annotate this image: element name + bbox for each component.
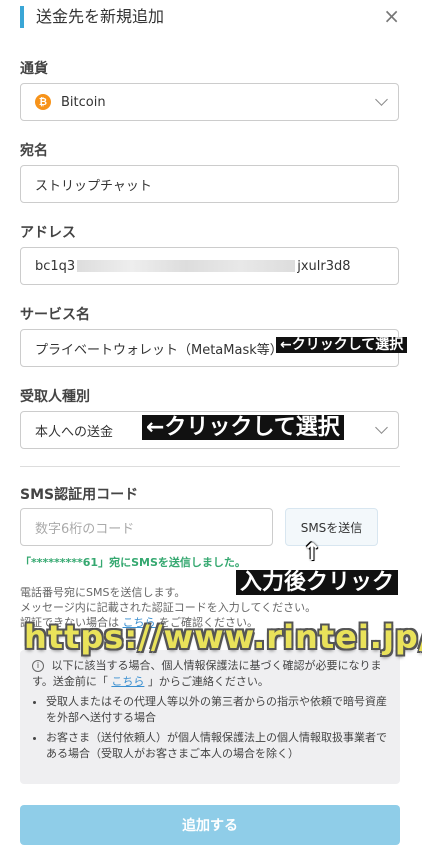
service-hint-annotation: ←クリックして選択 bbox=[276, 337, 408, 354]
address-label: アドレス bbox=[20, 225, 76, 241]
add-recipient-modal: 送金先を新規追加 × 通貨 ₿ Bitcoin 宛名 ストリップチャット アドレ… bbox=[0, 0, 422, 845]
address-redaction bbox=[77, 260, 296, 272]
watermark: https://www.rintei.jp/ bbox=[24, 618, 422, 656]
divider bbox=[20, 466, 400, 467]
list-item: 受取人またはその代理人等以外の第三者からの指示や依頼で暗号資産を外部へ送付する場… bbox=[46, 694, 388, 726]
address-value-start: bc1q3 bbox=[35, 258, 76, 274]
notice-contact-link[interactable]: こちら bbox=[111, 675, 144, 688]
bitcoin-icon: ₿ bbox=[35, 94, 51, 110]
recipient-input[interactable]: ストリップチャット bbox=[20, 165, 399, 203]
notice-intro-post: 」からご連絡ください。 bbox=[147, 675, 269, 688]
sms-info-line1: 電話番号宛にSMSを送信します。 bbox=[20, 586, 186, 599]
list-item: お客さま（送付依頼人）が個人情報保護法上の個人情報取扱事業者である場合（受取人が… bbox=[46, 730, 388, 762]
close-icon[interactable]: × bbox=[383, 4, 400, 28]
privacy-notice: i 以下に該当する場合、個人情報保護法に基づく確認が必要になります。送金前に「 … bbox=[20, 650, 400, 784]
sms-info-line2: メッセージ内に記載された認証コードを入力してください。 bbox=[20, 601, 317, 614]
address-value-end: jxulr3d8 bbox=[297, 258, 351, 274]
input-hint-annotation: 入力後クリック bbox=[236, 570, 399, 596]
currency-select[interactable]: ₿ Bitcoin bbox=[20, 83, 399, 121]
currency-label: 通貨 bbox=[20, 61, 48, 77]
sms-label: SMS認証用コード bbox=[20, 487, 139, 503]
recipient-label: 宛名 bbox=[20, 143, 48, 159]
recipient-value: ストリップチャット bbox=[35, 178, 152, 194]
service-value: プライベートウォレット（MetaMask等） bbox=[35, 342, 283, 358]
arrow-up-annotation: ↑ bbox=[302, 538, 323, 566]
service-label: サービス名 bbox=[20, 307, 90, 323]
recipient-type-label: 受取人種別 bbox=[20, 389, 90, 405]
address-input[interactable]: bc1q3 jxulr3d8 bbox=[20, 247, 399, 285]
info-icon: i bbox=[32, 660, 44, 672]
chevron-down-icon bbox=[375, 93, 388, 106]
send-sms-button[interactable]: SMSを送信 bbox=[285, 508, 378, 546]
type-hint-annotation: ←クリックして選択 bbox=[142, 415, 344, 441]
chevron-down-icon bbox=[375, 421, 388, 434]
notice-intro: i 以下に該当する場合、個人情報保護法に基づく確認が必要になります。送金前に「 … bbox=[32, 658, 388, 690]
currency-value: Bitcoin bbox=[61, 94, 106, 110]
notice-list: 受取人またはその代理人等以外の第三者からの指示や依頼で暗号資産を外部へ送付する場… bbox=[32, 694, 388, 762]
recipient-type-value: 本人への送金 bbox=[35, 424, 114, 440]
sms-code-input[interactable]: 数字6桁のコード bbox=[20, 508, 273, 546]
modal-title: 送金先を新規追加 bbox=[20, 6, 164, 28]
add-button[interactable]: 追加する bbox=[20, 805, 400, 845]
sms-sent-message: 「*********61」宛にSMSを送信しました。 bbox=[20, 556, 246, 569]
